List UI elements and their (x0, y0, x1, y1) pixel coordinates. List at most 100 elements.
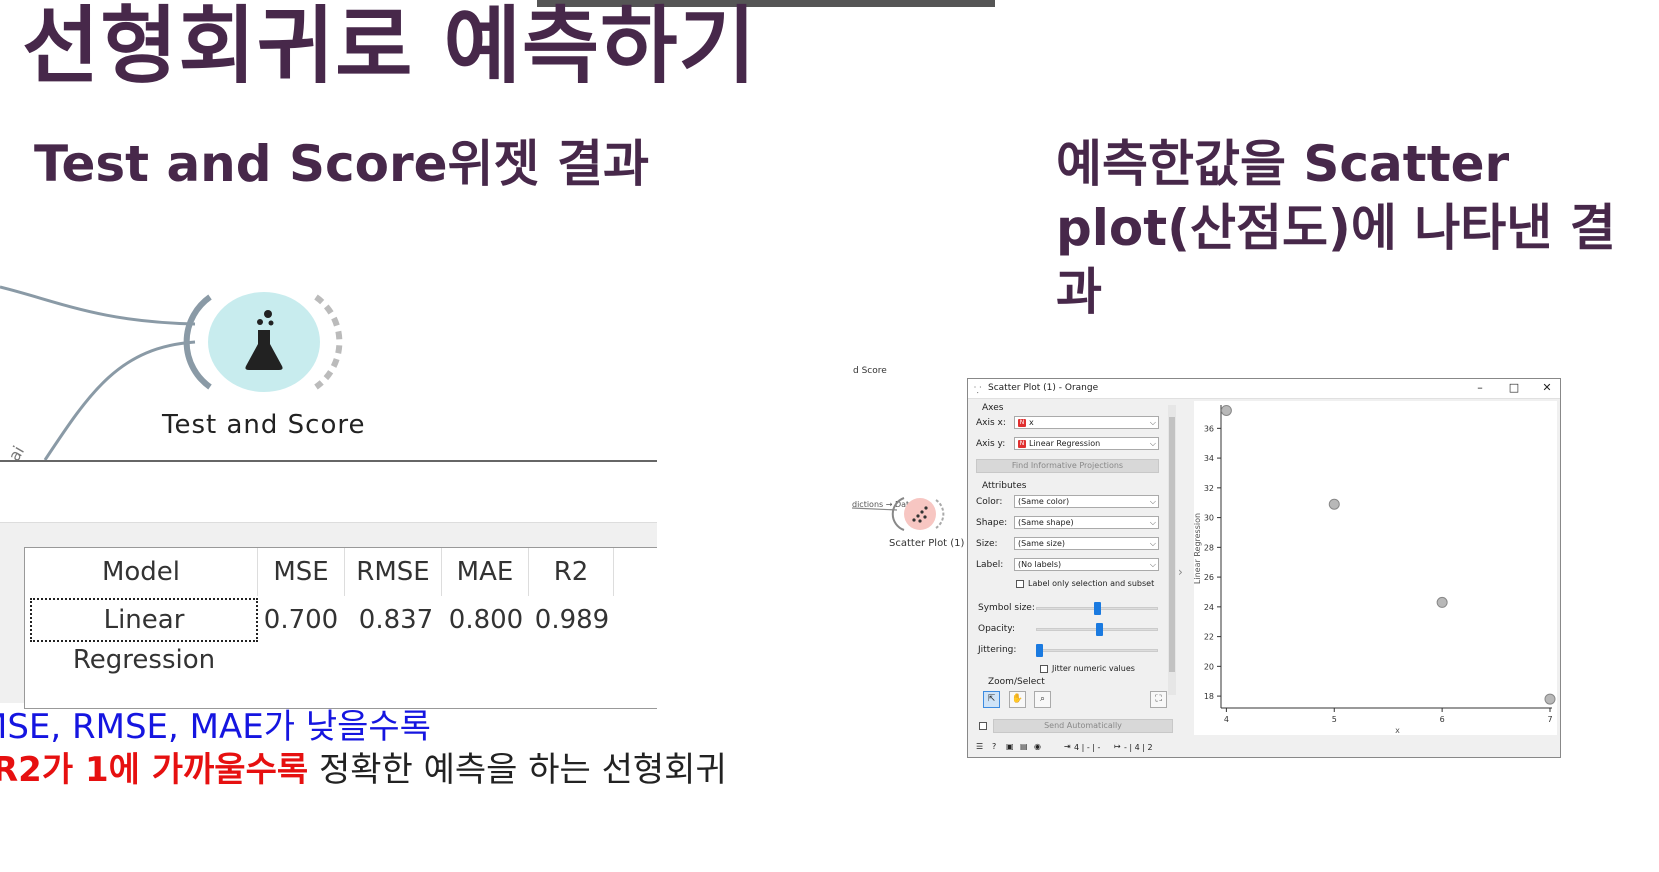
output-icon: ↦ (1114, 742, 1121, 751)
size-label: Size: (976, 539, 998, 549)
help-icon[interactable]: ? (992, 742, 996, 751)
y-tick-label: 26 (1204, 573, 1214, 582)
opacity-label: Opacity: (978, 624, 1015, 634)
chevron-down-icon: ⌵ (1149, 560, 1156, 569)
axis-y-value: Linear Regression (1029, 439, 1101, 448)
note-line-1: MSE, RMSE, MAE가 낮을수록 (0, 707, 431, 747)
close-button[interactable]: ✕ (1539, 381, 1555, 394)
zoom-magnifier-icon[interactable]: ⌕ (1034, 691, 1051, 708)
camera-icon[interactable]: ◉ (1034, 742, 1041, 751)
chevron-down-icon: ⌵ (1149, 439, 1156, 448)
axes-group-label: Axes (982, 403, 1004, 413)
attributes-group-label: Attributes (982, 481, 1027, 491)
scrollbar-thumb[interactable] (1169, 417, 1175, 672)
pan-hand-icon[interactable]: ✋ (1009, 691, 1026, 708)
subtitle-left: Test and Score위젯 결과 (34, 135, 649, 193)
reset-zoom-icon[interactable]: ⛶ (1150, 691, 1167, 708)
collapse-panel-icon[interactable]: › (1178, 565, 1183, 579)
test-and-score-screenshot: ai Test and Score Model MSE RMSE MAE R2 … (0, 242, 657, 712)
subtitle-right: 예측한값을 Scatter plot(산점도)에 나타낸 결과 (1056, 135, 1616, 321)
shape-label: Shape: (976, 518, 1008, 528)
axis-y-combo[interactable]: N Linear Regression ⌵ (1014, 437, 1159, 450)
scatter-plot-node-label: Scatter Plot (1) (889, 538, 965, 549)
scatter-plot-node[interactable] (852, 490, 952, 536)
cell-mse: 0.700 (263, 605, 339, 635)
data-point (1544, 693, 1556, 705)
column-header-mse[interactable]: MSE (258, 548, 345, 596)
select-pointer-icon[interactable]: ⇱ (983, 691, 1000, 708)
jittering-slider-track[interactable] (1036, 649, 1158, 652)
maximize-button[interactable]: □ (1506, 381, 1522, 394)
jittering-slider-handle[interactable] (1036, 644, 1043, 657)
control-panel: Axes Axis x: Nx ⌵ Axis y: N Linear Regress… (972, 401, 1168, 735)
shape-value: (Same shape) (1018, 518, 1074, 527)
test-and-score-node[interactable] (208, 292, 320, 392)
svg-text:ai: ai (4, 443, 28, 460)
size-combo[interactable]: (Same size) ⌵ (1014, 537, 1159, 550)
axis-x-combo[interactable]: Nx ⌵ (1014, 416, 1159, 429)
flask-icon (245, 310, 283, 370)
minimize-button[interactable]: – (1472, 381, 1488, 394)
find-projections-button[interactable]: Find Informative Projections (976, 459, 1159, 473)
column-header-model[interactable]: Model (25, 548, 258, 596)
y-tick-label: 24 (1204, 603, 1214, 612)
axis-x-label: Axis x: (976, 418, 1006, 428)
x-tick-label: 5 (1332, 715, 1337, 724)
send-automatically-checkbox[interactable] (979, 722, 987, 730)
input-summary: 4 | - | - (1074, 743, 1101, 752)
results-panel: Model MSE RMSE MAE R2 Linear Regression … (0, 522, 657, 709)
window-titlebar[interactable]: ⸪ Scatter Plot (1) - Orange – □ ✕ (968, 379, 1560, 399)
cell-r2: 0.989 (534, 605, 610, 635)
label-only-selection-checkbox[interactable] (1016, 580, 1024, 588)
label-combo[interactable]: (No labels) ⌵ (1014, 558, 1159, 571)
label-value: (No labels) (1018, 560, 1062, 569)
window-title: Scatter Plot (1) - Orange (988, 383, 1099, 393)
numeric-variable-icon: N (1018, 418, 1026, 427)
chevron-down-icon: ⌵ (1149, 418, 1156, 427)
send-automatically-button[interactable]: Send Automatically (993, 719, 1173, 733)
report-icon[interactable]: ▤ (1020, 742, 1028, 751)
save-icon[interactable]: ▣ (1006, 742, 1014, 751)
column-header-r2[interactable]: R2 (529, 548, 614, 596)
color-combo[interactable]: (Same color) ⌵ (1014, 495, 1159, 508)
workflow-canvas: ai Test and Score (0, 242, 657, 462)
results-table: Model MSE RMSE MAE R2 Linear Regression … (24, 547, 657, 709)
y-axis-title: Linear Regression (1194, 513, 1202, 584)
y-tick-label: 32 (1204, 484, 1214, 493)
jitter-numeric-checkbox[interactable] (1040, 665, 1048, 673)
data-point (1328, 498, 1340, 510)
chevron-down-icon: ⌵ (1149, 497, 1156, 506)
test-and-score-node-label: Test and Score (162, 410, 366, 440)
color-value: (Same color) (1018, 497, 1070, 506)
jitter-numeric-text: Jitter numeric values (1052, 664, 1135, 673)
scatter-plot-area[interactable]: 18 20 22 24 26 28 30 32 34 36 4 5 6 7 x Linear Regressi… (1193, 401, 1557, 735)
chevron-down-icon: ⌵ (1149, 539, 1156, 548)
chevron-down-icon: ⌵ (1149, 518, 1156, 527)
cell-mae: 0.800 (448, 605, 524, 635)
size-value: (Same size) (1018, 539, 1065, 548)
slide-title: 선형회귀로 예측하기 (22, 0, 757, 95)
shape-combo[interactable]: (Same shape) ⌵ (1014, 516, 1159, 529)
canvas-score-label: d Score (853, 366, 887, 376)
label-label: Label: (976, 560, 1004, 570)
scatter-plot-svg[interactable]: 18 20 22 24 26 28 30 32 34 36 4 5 6 7 x Linear Regressi… (1193, 401, 1557, 735)
y-tick-label: 20 (1204, 662, 1214, 671)
jittering-label: Jittering: (978, 645, 1017, 655)
scatter-app-icon: ⸪ (974, 386, 982, 396)
y-tick-label: 22 (1204, 633, 1214, 642)
cell-model[interactable]: Linear Regression (30, 598, 258, 675)
opacity-slider-handle[interactable] (1095, 623, 1103, 636)
note-line-2-text: 정확한 예측을 하는 선형회귀 (308, 750, 727, 790)
column-header-mae[interactable]: MAE (442, 548, 529, 596)
column-header-rmse[interactable]: RMSE (345, 548, 442, 596)
label-only-selection-text: Label only selection and subset (1028, 579, 1155, 588)
control-panel-scrollbar[interactable] (1168, 405, 1176, 695)
y-tick-label: 34 (1204, 454, 1214, 463)
y-tick-label: 28 (1204, 543, 1214, 552)
menu-icon[interactable]: ☰ (976, 742, 983, 751)
symbol-size-slider-handle[interactable] (1093, 602, 1101, 615)
y-tick-label: 36 (1204, 424, 1214, 433)
symbol-size-label: Symbol size: (978, 603, 1035, 613)
axis-x-value: x (1029, 418, 1034, 427)
note-line-2: R2가 1에 가까울수록 정확한 예측을 하는 선형회귀 (0, 750, 727, 790)
